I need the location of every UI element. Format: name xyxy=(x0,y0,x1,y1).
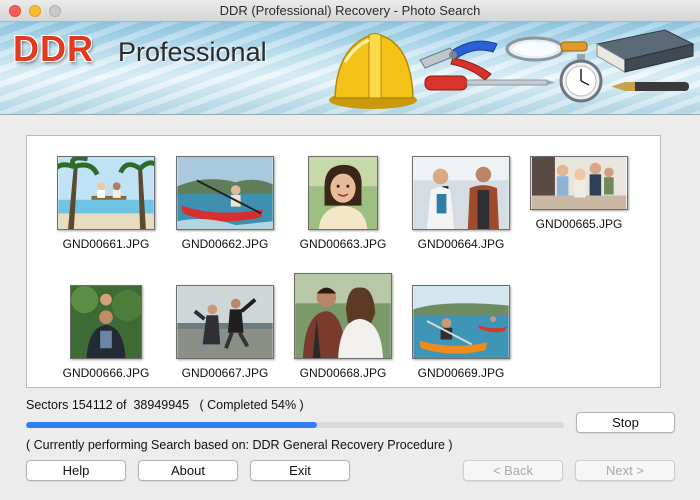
photo-item[interactable]: GND00664.JPG xyxy=(402,156,520,251)
hard-hat-icon xyxy=(329,33,417,109)
photo-thumbnail xyxy=(308,156,378,230)
pen-icon xyxy=(611,82,689,91)
next-button[interactable]: Next > xyxy=(575,460,675,481)
photo-filename: GND00663.JPG xyxy=(299,237,387,251)
photo-item[interactable]: GND00661.JPG xyxy=(47,156,165,251)
scan-status-text: Sectors 154112 of 38949945 ( Completed 5… xyxy=(26,398,304,412)
scan-progress-bar xyxy=(26,422,564,428)
logo-ddr: DDR xyxy=(13,28,94,69)
photo-thumbnail xyxy=(530,156,628,210)
logo-professional: Professional xyxy=(118,37,267,67)
exit-button[interactable]: Exit xyxy=(250,460,350,481)
back-button[interactable]: < Back xyxy=(463,460,563,481)
book-icon xyxy=(595,29,695,73)
photo-filename: GND00662.JPG xyxy=(181,237,269,251)
stop-button[interactable]: Stop xyxy=(576,412,675,433)
photo-thumbnail xyxy=(57,156,155,230)
photo-filename: GND00669.JPG xyxy=(417,366,505,380)
photo-filename: GND00661.JPG xyxy=(62,237,150,251)
photo-item[interactable]: GND00662.JPG xyxy=(166,156,284,251)
app-banner: DDR Professional xyxy=(0,22,700,115)
photo-item[interactable]: GND00667.JPG xyxy=(166,285,284,380)
photo-thumbnail xyxy=(176,285,274,359)
photo-thumbnail xyxy=(70,285,142,359)
photo-filename: GND00667.JPG xyxy=(181,366,269,380)
photo-item[interactable]: GND00669.JPG xyxy=(402,285,520,380)
photo-item[interactable]: GND00666.JPG xyxy=(47,285,165,380)
stopwatch-icon xyxy=(559,54,603,103)
photo-item[interactable]: GND00663.JPG xyxy=(284,156,402,251)
photo-thumbnail xyxy=(412,156,510,230)
banner-tools-illustration xyxy=(329,29,695,109)
photo-filename: GND00666.JPG xyxy=(62,366,150,380)
activity-text: ( Currently performing Search based on: … xyxy=(26,438,453,452)
photo-results-panel[interactable]: GND00661.JPG GND00662.JPG GND00663.JPG G… xyxy=(26,135,661,388)
photo-thumbnail xyxy=(412,285,510,359)
scan-progress-fill xyxy=(26,422,317,428)
photo-thumbnail xyxy=(294,273,392,359)
window-title: DDR (Professional) Recovery - Photo Sear… xyxy=(219,3,481,18)
title-bar: DDR (Professional) Recovery - Photo Sear… xyxy=(0,0,700,22)
photo-filename: GND00664.JPG xyxy=(417,237,505,251)
screwdriver-icon xyxy=(424,75,555,91)
photo-thumbnail xyxy=(176,156,274,230)
about-button[interactable]: About xyxy=(138,460,238,481)
help-button[interactable]: Help xyxy=(26,460,126,481)
photo-item[interactable]: GND00665.JPG xyxy=(520,156,638,231)
photo-filename: GND00665.JPG xyxy=(535,217,623,231)
photo-filename: GND00668.JPG xyxy=(299,366,387,380)
pliers-icon xyxy=(419,40,498,81)
magnifier-icon xyxy=(505,36,588,62)
photo-item[interactable]: GND00668.JPG xyxy=(284,273,402,380)
